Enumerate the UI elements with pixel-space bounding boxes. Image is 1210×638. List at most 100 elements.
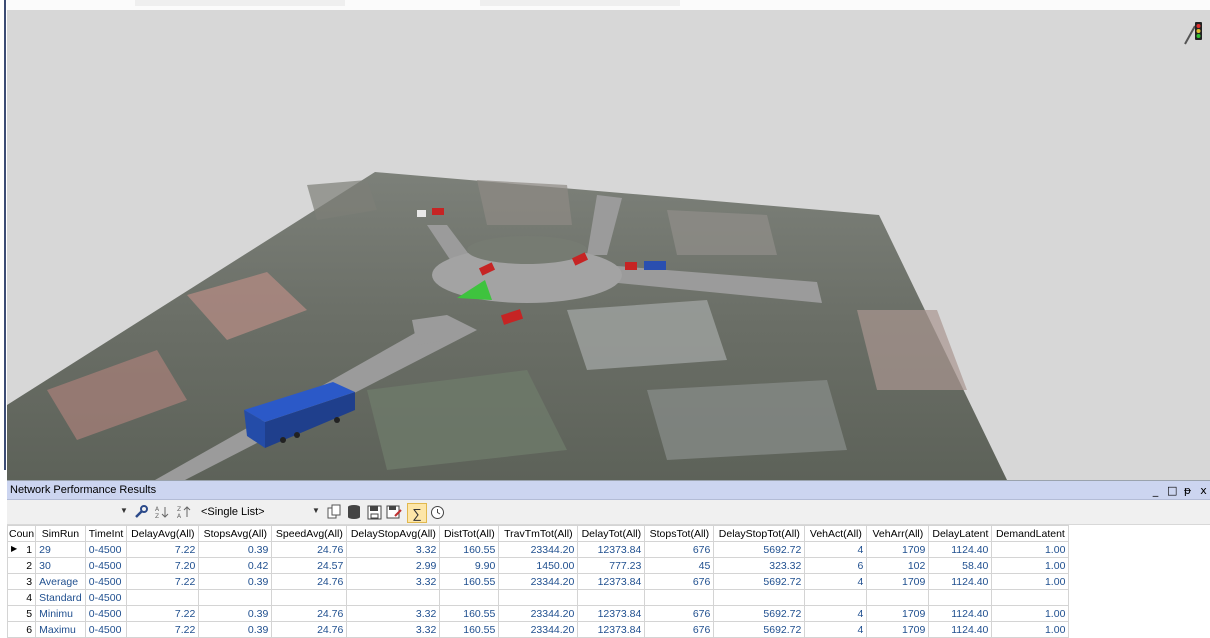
speedavg-cell[interactable] [271,589,348,606]
delaystoptot-cell[interactable]: 5692.72 [713,541,806,558]
simrun-cell[interactable]: 30 [35,557,86,574]
column-header[interactable]: SpeedAvg(All) [271,525,348,542]
travtmtot-cell[interactable]: 23344.20 [498,541,579,558]
save-as-icon[interactable] [385,503,403,521]
delaystopavg-cell[interactable]: 3.32 [346,605,441,622]
simrun-cell[interactable]: Standard [35,589,86,606]
vehact-cell[interactable]: 4 [804,621,868,638]
delaytot-cell[interactable]: 12373.84 [577,573,646,590]
stopsavg-cell[interactable]: 0.39 [198,573,273,590]
stopstot-cell[interactable]: 676 [644,621,715,638]
travtmtot-cell[interactable]: 23344.20 [498,605,579,622]
veharr-cell[interactable]: 1709 [866,541,930,558]
simrun-cell[interactable]: Maximu [35,621,86,638]
demandlatent-cell[interactable]: 1.00 [991,621,1070,638]
maximize-button[interactable]: □ [1167,484,1177,497]
table-row[interactable]: 3 Average 0-4500 7.22 0.39 24.76 3.32 16… [6,573,1070,590]
delaystoptot-cell[interactable]: 323.32 [713,557,806,574]
veharr-cell[interactable] [866,589,930,606]
column-header[interactable]: SimRun [35,525,86,542]
delaystoptot-cell[interactable]: 5692.72 [713,573,806,590]
3d-network-viewport[interactable] [7,10,1210,480]
timeint-cell[interactable]: 0-4500 [84,605,128,622]
demandlatent-cell[interactable]: 1.00 [991,557,1070,574]
delaylatent-cell[interactable]: 1124.40 [928,621,993,638]
veharr-cell[interactable]: 1709 [866,605,930,622]
disttot-cell[interactable]: 160.55 [439,605,500,622]
sum-icon[interactable]: ∑ [407,503,427,523]
speedavg-cell[interactable]: 24.76 [271,605,348,622]
demandlatent-cell[interactable]: 1.00 [991,541,1070,558]
delaytot-cell[interactable]: 777.23 [577,557,646,574]
simrun-cell[interactable]: Average [35,573,86,590]
simrun-cell[interactable]: Minimu [35,605,86,622]
timeint-cell[interactable]: 0-4500 [84,557,128,574]
stopsavg-cell[interactable]: 0.39 [198,541,273,558]
delaytot-cell[interactable] [577,589,646,606]
vehact-cell[interactable]: 4 [804,605,868,622]
speedavg-cell[interactable]: 24.57 [271,557,348,574]
veharr-cell[interactable]: 102 [866,557,930,574]
delaytot-cell[interactable]: 12373.84 [577,605,646,622]
delaystoptot-cell[interactable] [713,589,806,606]
disttot-cell[interactable]: 160.55 [439,541,500,558]
delaystopavg-cell[interactable]: 3.32 [346,621,441,638]
delaylatent-cell[interactable]: 1124.40 [928,573,993,590]
delaystoptot-cell[interactable]: 5692.72 [713,605,806,622]
table-row[interactable]: 6 Maximu 0-4500 7.22 0.39 24.76 3.32 160… [6,621,1070,638]
column-header[interactable]: TravTmTot(All) [498,525,579,542]
delaylatent-cell[interactable]: 1124.40 [928,605,993,622]
wrench-icon[interactable] [133,503,149,521]
delayavg-cell[interactable]: 7.22 [126,605,200,622]
column-header[interactable]: DelayAvg(All) [126,525,200,542]
sort-descending-icon[interactable]: ZA [175,503,193,521]
timeint-cell[interactable]: 0-4500 [84,621,128,638]
close-button[interactable]: x [1199,484,1208,497]
column-header[interactable]: DelayLatent [928,525,993,542]
delaylatent-cell[interactable]: 1124.40 [928,541,993,558]
stopstot-cell[interactable] [644,589,715,606]
column-header[interactable]: DelayTot(All) [577,525,646,542]
minimize-button[interactable]: _ [1151,484,1160,497]
stopsavg-cell[interactable] [198,589,273,606]
copy-icon[interactable] [325,503,343,521]
speedavg-cell[interactable]: 24.76 [271,573,348,590]
sort-ascending-icon[interactable]: AZ [153,503,171,521]
table-row[interactable]: 2 30 0-4500 7.20 0.42 24.57 2.99 9.90 14… [6,557,1070,574]
disttot-cell[interactable]: 160.55 [439,573,500,590]
column-header[interactable]: VehAct(All) [804,525,868,542]
simrun-cell[interactable]: 29 [35,541,86,558]
stopstot-cell[interactable]: 676 [644,605,715,622]
column-header[interactable]: TimeInt [84,525,128,542]
vehact-cell[interactable]: 6 [804,557,868,574]
stopsavg-cell[interactable]: 0.39 [198,621,273,638]
time-icon[interactable] [428,503,446,521]
delaytot-cell[interactable]: 12373.84 [577,621,646,638]
list-type-select[interactable]: <Single List> [198,504,311,520]
travtmtot-cell[interactable]: 1450.00 [498,557,579,574]
stopstot-cell[interactable]: 676 [644,573,715,590]
delaystopavg-cell[interactable]: 3.32 [346,573,441,590]
table-row[interactable]: ▶ 1 29 0-4500 7.22 0.39 24.76 3.32 160.55… [6,541,1070,558]
disttot-cell[interactable]: 160.55 [439,621,500,638]
delaytot-cell[interactable]: 12373.84 [577,541,646,558]
column-header[interactable]: DelayStopTot(All) [713,525,806,542]
travtmtot-cell[interactable]: 23344.20 [498,621,579,638]
delaylatent-cell[interactable] [928,589,993,606]
demandlatent-cell[interactable]: 1.00 [991,605,1070,622]
delaylatent-cell[interactable]: 58.40 [928,557,993,574]
delaystoptot-cell[interactable]: 5692.72 [713,621,806,638]
table-row[interactable]: 5 Minimu 0-4500 7.22 0.39 24.76 3.32 160… [6,605,1070,622]
delayavg-cell[interactable]: 7.22 [126,573,200,590]
save-icon[interactable] [365,503,383,521]
vehact-cell[interactable] [804,589,868,606]
travtmtot-cell[interactable] [498,589,579,606]
stopstot-cell[interactable]: 45 [644,557,715,574]
veharr-cell[interactable]: 1709 [866,621,930,638]
delaystopavg-cell[interactable]: 2.99 [346,557,441,574]
timeint-cell[interactable]: 0-4500 [84,541,128,558]
stopstot-cell[interactable]: 676 [644,541,715,558]
column-header[interactable]: StopsAvg(All) [198,525,273,542]
vehact-cell[interactable]: 4 [804,541,868,558]
database-icon[interactable] [345,503,363,521]
